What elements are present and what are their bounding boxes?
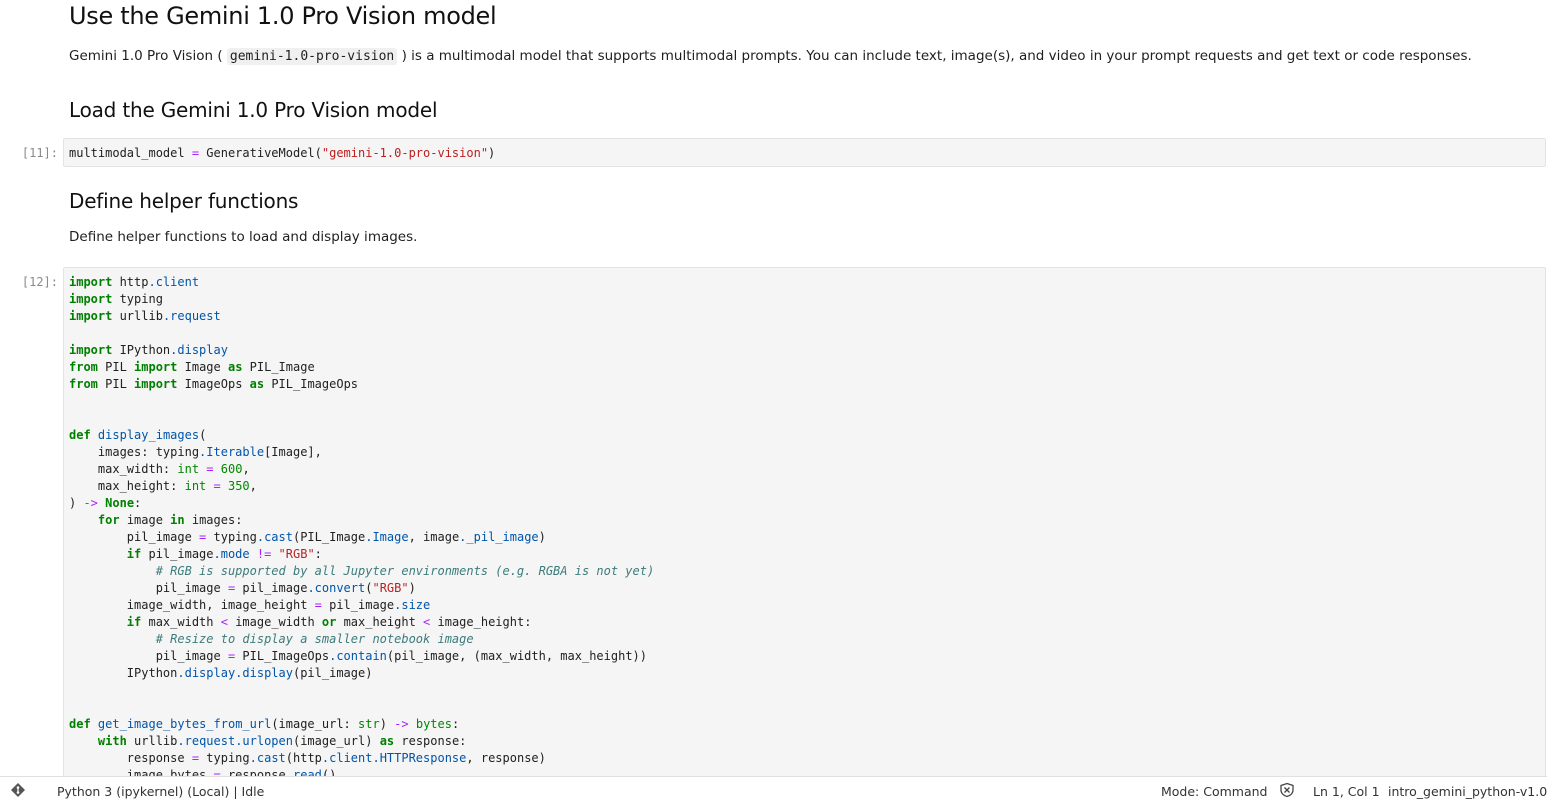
- shield-icon[interactable]: [1279, 782, 1295, 801]
- section-heading: Use the Gemini 1.0 Pro Vision model: [69, 2, 497, 30]
- code-editor[interactable]: multimodal_model = GenerativeModel("gemi…: [69, 145, 495, 162]
- helpers-text: Define helper functions to load and disp…: [69, 229, 418, 245]
- intro-text: Gemini 1.0 Pro Vision ( gemini-1.0-pro-v…: [69, 48, 1472, 65]
- file-name: intro_gemini_python-v1.0.0.: [1388, 784, 1547, 799]
- code-editor[interactable]: import http.client import typing import …: [69, 274, 654, 776]
- model-name-code: gemini-1.0-pro-vision: [226, 48, 398, 65]
- notebook: Use the Gemini 1.0 Pro Vision model Gemi…: [0, 0, 1547, 776]
- cell-prompt: [11]:: [21, 146, 58, 160]
- intro-after: ) is a multimodal model that supports mu…: [401, 48, 1472, 64]
- status-bar: Python 3 (ipykernel) (Local) | Idle Mode…: [0, 776, 1547, 805]
- helpers-heading: Define helper functions: [69, 189, 299, 213]
- kernel-status[interactable]: Python 3 (ipykernel) (Local) | Idle: [57, 784, 264, 799]
- code-cell-load-model[interactable]: multimodal_model = GenerativeModel("gemi…: [63, 138, 1546, 167]
- load-model-heading: Load the Gemini 1.0 Pro Vision model: [69, 98, 438, 122]
- cell-prompt: [12]:: [21, 275, 58, 289]
- intro-before: Gemini 1.0 Pro Vision (: [69, 48, 223, 64]
- git-icon[interactable]: [10, 782, 26, 801]
- cursor-position[interactable]: Ln 1, Col 1: [1313, 784, 1380, 799]
- mode-indicator[interactable]: Mode: Command: [1161, 784, 1268, 799]
- code-cell-helpers[interactable]: import http.client import typing import …: [63, 267, 1546, 776]
